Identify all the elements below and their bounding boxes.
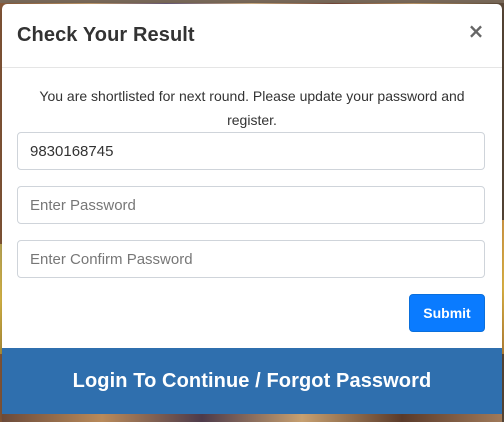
- modal-header: Check Your Result ×: [2, 4, 502, 68]
- password-input[interactable]: [17, 186, 485, 224]
- result-modal: Check Your Result × You are shortlisted …: [2, 4, 502, 422]
- modal-title: Check Your Result: [17, 24, 195, 46]
- login-forgot-password-link[interactable]: Login To Continue / Forgot Password: [2, 348, 502, 414]
- submit-button[interactable]: Submit: [409, 294, 485, 332]
- footer-backdrop-strip: [2, 414, 502, 422]
- shortlist-message: You are shortlisted for next round. Plea…: [39, 88, 465, 128]
- close-icon[interactable]: ×: [466, 20, 486, 42]
- backdrop-top-edge: [0, 0, 504, 3]
- confirm-password-input[interactable]: [17, 240, 485, 278]
- mobile-number-input[interactable]: [17, 132, 485, 170]
